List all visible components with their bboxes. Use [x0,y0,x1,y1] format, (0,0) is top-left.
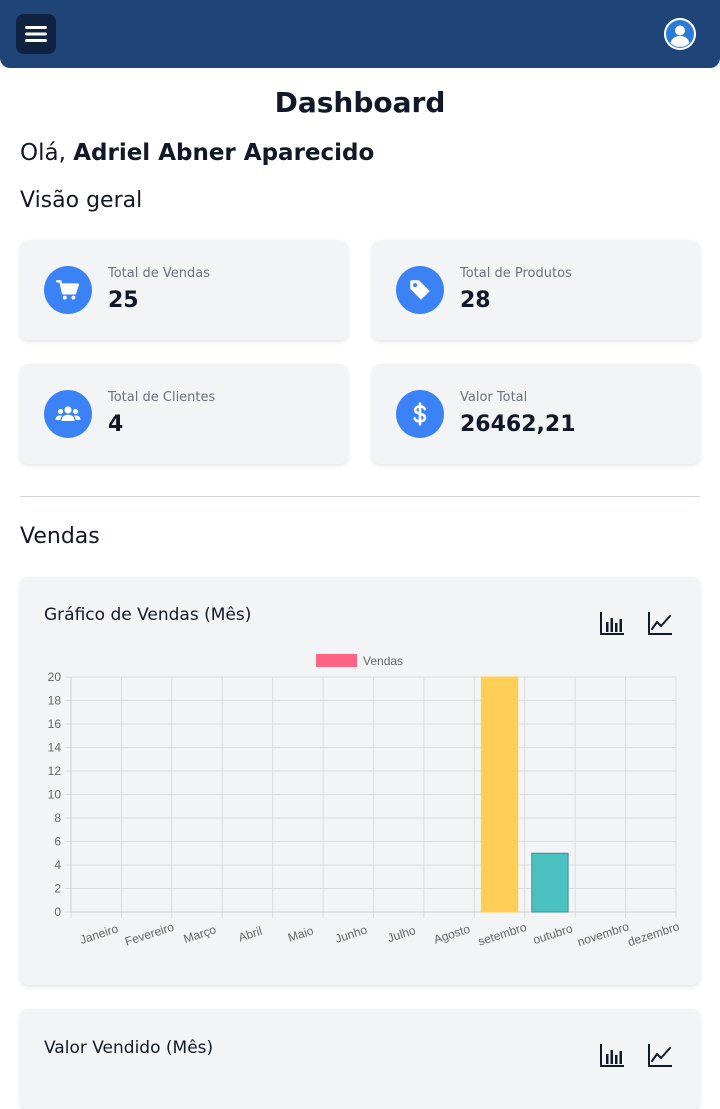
x-tick-label: Fevereiro [123,920,176,949]
x-tick-label: setembro [476,920,528,949]
page-title: Dashboard [274,86,446,119]
top-navbar [0,0,720,68]
stat-label: Total de Clientes [108,390,216,405]
user-avatar-icon[interactable] [664,18,696,50]
greeting-prefix: Olá, [20,140,66,166]
y-tick-label: 8 [54,811,61,825]
x-tick-label: Abril [237,924,264,945]
stat-card-valor-total: Valor Total 26462,21 [372,364,700,464]
stat-card-total-vendas: Total de Vendas 25 [20,240,348,340]
legend-swatch [316,654,357,667]
dollar-icon [396,390,444,438]
value-chart-panel: Valor Vendido (Mês) [20,1009,700,1109]
users-icon [44,390,92,438]
x-tick-label: dezembro [626,919,681,949]
value-panel-title: Valor Vendido (Mês) [44,1038,214,1058]
overview-heading: Visão geral [20,188,143,213]
y-tick-label: 14 [48,741,62,755]
x-tick-label: novembro [576,919,631,949]
bar-setembro [480,676,519,913]
legend-label: Vendas [363,654,403,668]
y-tick-label: 2 [54,882,61,896]
x-tick-label: Janeiro [78,921,120,947]
y-tick-label: 18 [48,694,62,708]
sales-bar-chart: 0 2 4 6 8 10 12 14 16 18 20 Janeiro Fevereiro Março Ab… [48,654,681,949]
stat-card-total-clientes: Total de Clientes 4 [20,364,348,464]
greeting: Olá, Adriel Abner Aparecido [20,140,374,166]
stat-value: 25 [108,288,139,313]
bar-chart-icon[interactable] [598,1041,626,1069]
stat-label: Total de Vendas [108,266,210,281]
y-tick-label: 0 [54,905,61,919]
x-tick-label: outubro [531,921,574,947]
bar-outubro [531,852,569,913]
stat-label: Valor Total [460,390,528,405]
y-tick-label: 4 [54,858,61,872]
sales-heading: Vendas [20,524,100,549]
y-tick-label: 10 [48,788,62,802]
y-tick-label: 20 [48,670,62,684]
y-tick-label: 16 [48,717,62,731]
x-tick-label: Março [182,922,218,946]
stat-label: Total de Produtos [460,266,572,281]
y-tick-label: 12 [48,764,62,778]
stat-value: 26462,21 [460,412,576,437]
user-name: Adriel Abner Aparecido [73,140,375,166]
stat-value: 28 [460,288,491,313]
sales-chart-panel: Gráfico de Vendas (Mês) 0 2 4 6 8 10 12 14 16 18 2… [20,577,700,985]
stat-card-total-produtos: Total de Produtos 28 [372,240,700,340]
x-tick-label: Junho [333,922,369,946]
stat-value: 4 [108,412,124,437]
x-tick-label: Agosto [432,922,472,947]
hamburger-menu-icon[interactable] [16,14,56,54]
x-tick-label: Julho [386,923,418,945]
y-tick-label: 6 [54,835,61,849]
line-chart-icon[interactable] [646,1041,674,1069]
cart-icon [44,266,92,314]
tag-icon [396,266,444,314]
section-divider [20,496,700,497]
x-tick-label: Maio [286,923,315,944]
